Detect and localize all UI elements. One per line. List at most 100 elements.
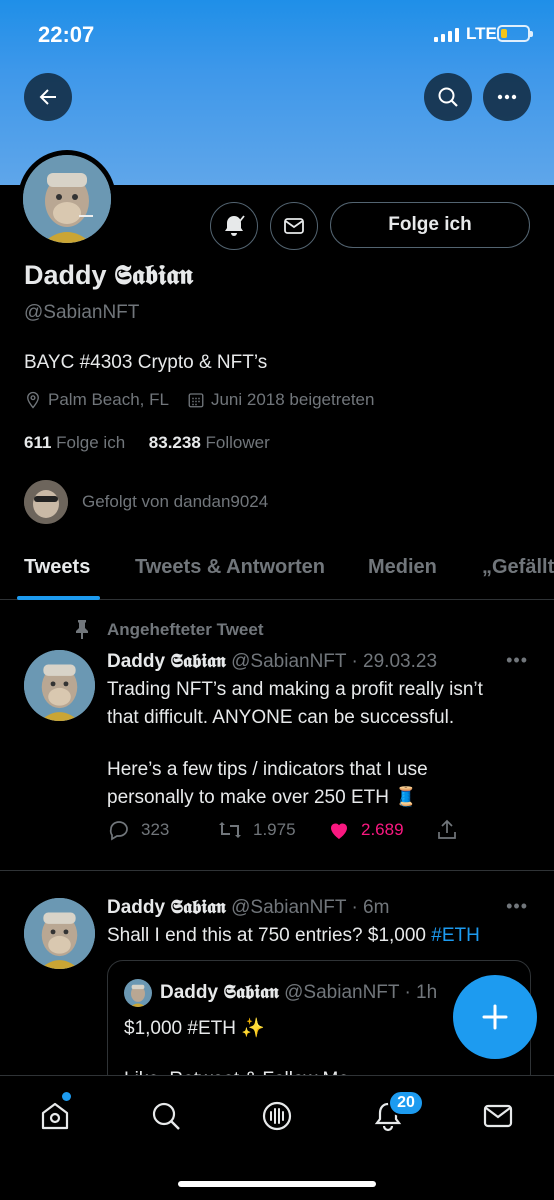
nav-search[interactable]: [146, 1096, 186, 1136]
retweet-icon: [219, 822, 241, 838]
home-indicator[interactable]: [178, 1181, 376, 1187]
quote-header: Daddy 𝕾𝖆𝖇𝖎𝖆𝖓 @SabianNFT · 1h: [160, 981, 437, 1004]
retweet-count: 1.975: [253, 820, 296, 839]
profile-counts: 611 Folge ich 83.238 Follower: [24, 433, 270, 453]
quote-text: $1,000 #ETH ✨: [124, 1018, 265, 1039]
tweet-author-gothic: 𝕾𝖆𝖇𝖎𝖆𝖓: [170, 896, 226, 918]
followed-by-text: Gefolgt von dandan9024: [82, 492, 269, 511]
pinned-label: Angehefteter Tweet: [107, 620, 264, 639]
tweet-text-body: Shall I end this at 750 entries? $1,000: [107, 925, 432, 946]
heart-filled-icon: [331, 823, 347, 839]
profile-name-gothic: 𝕾𝖆𝖇𝖎𝖆𝖓: [114, 260, 193, 291]
status-time: 22:07: [38, 22, 95, 47]
profile-name-plain: Daddy: [24, 260, 115, 290]
quote-author-plain: Daddy: [160, 982, 224, 1003]
tweet-author[interactable]: Daddy 𝕾𝖆𝖇𝖎𝖆𝖓: [107, 650, 226, 672]
profile-meta: Palm Beach, FL Juni 2018 beigetreten: [24, 390, 386, 410]
plus-icon: [482, 1004, 508, 1030]
compose-tweet-button[interactable]: [453, 975, 537, 1059]
profile-bio: BAYC #4303 Crypto & NFT’s: [24, 352, 268, 373]
tweet-avatar[interactable]: [24, 650, 95, 721]
quote-author: Daddy 𝕾𝖆𝖇𝖎𝖆𝖓: [160, 981, 279, 1003]
tweet-handle-date: @SabianNFT · 6m: [231, 897, 390, 918]
following-count: 611: [24, 433, 52, 452]
quote-handle-date: @SabianNFT · 1h: [284, 982, 438, 1003]
tweet-header: Daddy 𝕾𝖆𝖇𝖎𝖆𝖓 @SabianNFT · 29.03.23: [107, 650, 437, 673]
tweet-more-icon[interactable]: •••: [506, 650, 528, 671]
following-label: Folge ich: [56, 433, 126, 452]
profile-tabs: Tweets Tweets & Antworten Medien „Gefäll…: [0, 548, 554, 600]
tweet-author[interactable]: Daddy 𝕾𝖆𝖇𝖎𝖆𝖓: [107, 896, 226, 918]
location-pin-icon: [27, 391, 39, 409]
search-icon: [438, 87, 458, 107]
tweet-author-plain: Daddy: [107, 651, 171, 672]
following-button[interactable]: Folge ich: [330, 202, 530, 248]
tweet-text-line: personally to make over 250 ETH 🧵: [107, 787, 418, 808]
tweet-text-line: Here’s a few tips / indicators that I us…: [107, 759, 428, 780]
network-label: LTE: [466, 24, 497, 43]
calendar-icon: [188, 393, 204, 408]
tab-likes[interactable]: „Gefällt: [482, 556, 554, 579]
tweet-more-icon[interactable]: •••: [506, 896, 528, 917]
followers-count: 83.238: [148, 433, 201, 452]
envelope-icon: [483, 1104, 513, 1128]
like-button[interactable]: 2.689: [327, 818, 435, 842]
tweet-text: Shall I end this at 750 entries? $1,000 …: [107, 922, 537, 950]
bottom-navigation: 20: [0, 1075, 554, 1200]
spaces-icon: [262, 1101, 292, 1131]
signal-icon: [434, 28, 459, 42]
tab-media[interactable]: Medien: [368, 556, 437, 579]
home-new-dot: [62, 1092, 71, 1101]
followers-link[interactable]: 83.238 Follower: [149, 433, 270, 452]
message-button[interactable]: [270, 202, 318, 250]
tweet-avatar[interactable]: [24, 898, 95, 969]
tab-tweets-replies[interactable]: Tweets & Antworten: [135, 556, 325, 579]
battery-icon: [497, 25, 533, 42]
more-horizontal-icon: [497, 94, 517, 100]
tweet-text-line: Trading NFT’s and making a profit really…: [107, 679, 483, 700]
more-button[interactable]: [483, 73, 531, 121]
tweet-handle-date: @SabianNFT · 29.03.23: [231, 651, 438, 672]
back-button[interactable]: [24, 73, 72, 121]
like-count: 2.689: [361, 820, 404, 839]
status-bar: 22:07 LTE: [0, 0, 554, 70]
nav-home[interactable]: [35, 1096, 75, 1136]
tweet-text: Trading NFT’s and making a profit really…: [107, 676, 537, 812]
bell-check-icon: [225, 215, 245, 236]
tweet-author-gothic: 𝕾𝖆𝖇𝖎𝖆𝖓: [170, 650, 226, 672]
share-button[interactable]: [435, 818, 459, 842]
tweet-pinned[interactable]: Angehefteter Tweet Daddy 𝕾𝖆𝖇𝖎𝖆𝖓 @SabianN…: [0, 600, 554, 870]
search-icon: [152, 1102, 180, 1130]
profile-name: Daddy 𝕾𝖆𝖇𝖎𝖆𝖓: [24, 260, 193, 292]
search-button[interactable]: [424, 73, 472, 121]
retweet-button[interactable]: 1.975: [217, 818, 327, 842]
profile-handle: @SabianNFT: [24, 302, 140, 323]
quote-avatar: [124, 979, 152, 1007]
profile-joined: Juni 2018 beigetreten: [210, 390, 375, 409]
tweet-header: Daddy 𝕾𝖆𝖇𝖎𝖆𝖓 @SabianNFT · 6m: [107, 896, 389, 919]
envelope-icon: [284, 218, 304, 234]
home-icon: [41, 1102, 69, 1130]
followers-label: Follower: [205, 433, 270, 452]
following-link[interactable]: 611 Folge ich: [24, 433, 125, 452]
profile-location: Palm Beach, FL: [48, 390, 169, 409]
quote-author-gothic: 𝕾𝖆𝖇𝖎𝖆𝖓: [223, 981, 279, 1003]
profile-avatar[interactable]: [18, 150, 116, 248]
tweet-text-line: that difficult. ANYONE can be successful…: [107, 707, 455, 728]
tab-tweets[interactable]: Tweets: [24, 556, 90, 579]
pin-icon: [76, 620, 88, 639]
ape-avatar-image: [23, 155, 111, 243]
arrow-left-icon: [39, 89, 56, 105]
tweet-actions: 323 1.975 2.689: [107, 818, 459, 842]
nav-messages[interactable]: [478, 1096, 518, 1136]
notifications-subscribe-button[interactable]: [210, 202, 258, 250]
reply-count: 323: [141, 820, 170, 839]
reply-icon: [109, 821, 128, 841]
nav-spaces[interactable]: [257, 1096, 297, 1136]
followed-by[interactable]: Gefolgt von dandan9024: [24, 480, 268, 524]
tweet-author-plain: Daddy: [107, 897, 171, 918]
follower-avatar: [24, 480, 68, 524]
reply-button[interactable]: 323: [107, 818, 217, 842]
hashtag-link[interactable]: #ETH: [431, 925, 480, 946]
share-icon: [438, 819, 456, 839]
